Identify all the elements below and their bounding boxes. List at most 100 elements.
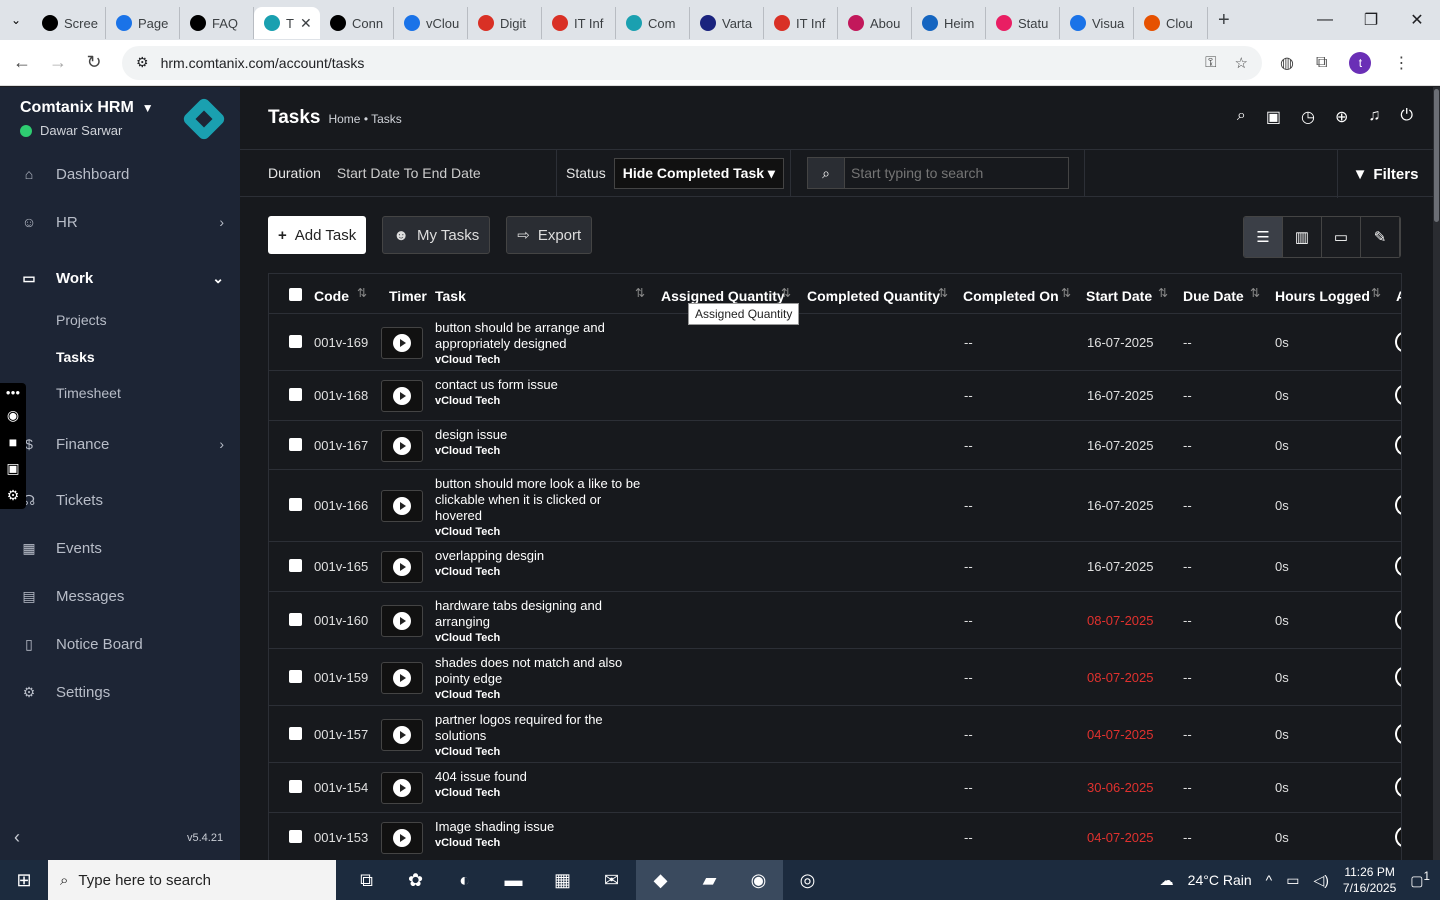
calendar-view-icon[interactable]: ▭ <box>1322 217 1361 257</box>
sidebar-item-settings[interactable]: ⚙ Settings <box>0 672 240 712</box>
filters-button[interactable]: ▼ Filters <box>1337 150 1433 198</box>
search-input[interactable] <box>845 157 1069 189</box>
power-icon[interactable]: ⏻ <box>1400 107 1413 127</box>
start-timer-button[interactable] <box>381 719 423 751</box>
row-checkbox[interactable] <box>289 498 302 511</box>
sticky-note-icon[interactable]: ▣ <box>1266 107 1281 127</box>
sort-icon[interactable]: ⇅ <box>1250 286 1260 300</box>
task-code[interactable]: 001v-157 <box>314 727 368 742</box>
scrollbar-thumb[interactable] <box>1434 89 1439 222</box>
sidebar-item-notice-board[interactable]: ▯ Notice Board <box>0 624 240 664</box>
export-button[interactable]: ⇨ Export <box>506 216 593 254</box>
task-title-link[interactable]: hardware tabs designing and arranging <box>435 598 602 629</box>
window-icon[interactable]: ▣ <box>6 460 19 477</box>
extensions-icon[interactable]: ⧉ <box>1316 54 1327 72</box>
sidebar-subitem-timesheet[interactable]: Timesheet <box>56 385 121 401</box>
sidebar-item-work[interactable]: ▭ Work ⌄ <box>0 258 240 298</box>
minimize-button[interactable]: — <box>1302 0 1348 40</box>
sort-icon[interactable]: ⇅ <box>1371 286 1381 300</box>
row-action-button[interactable] <box>1395 555 1401 577</box>
task-code[interactable]: 001v-154 <box>314 780 368 795</box>
sort-icon[interactable]: ⇅ <box>635 286 645 300</box>
page-scrollbar[interactable] <box>1433 87 1440 860</box>
browser-tab[interactable]: Varta <box>690 7 764 39</box>
row-checkbox[interactable] <box>289 438 302 451</box>
pin-icon[interactable]: ✎ <box>1361 217 1400 257</box>
browser-tab[interactable]: FAQ <box>180 7 254 39</box>
task-code[interactable]: 001v-160 <box>314 613 368 628</box>
task-code[interactable]: 001v-153 <box>314 830 368 845</box>
table-row[interactable]: 001v-160 hardware tabs designing and arra… <box>269 592 1401 649</box>
task-code[interactable]: 001v-169 <box>314 335 368 350</box>
close-tab-icon[interactable]: ✕ <box>300 15 312 32</box>
sidebar-item-tickets[interactable]: ☊ Tickets <box>0 480 240 520</box>
row-action-button[interactable] <box>1395 723 1401 745</box>
browser-tab[interactable]: Com <box>616 7 690 39</box>
task-code[interactable]: 001v-168 <box>314 388 368 403</box>
row-action-button[interactable] <box>1395 331 1401 353</box>
duration-value[interactable]: Start Date To End Date <box>337 165 481 181</box>
browser-tab[interactable]: Scree <box>32 7 106 39</box>
copilot-icon[interactable]: ✿ <box>391 860 440 900</box>
sidebar-subitem-projects[interactable]: Projects <box>56 312 107 328</box>
collapse-sidebar-icon[interactable]: ‹ <box>14 827 20 848</box>
column-due-date[interactable]: Due Date <box>1183 288 1244 304</box>
start-timer-button[interactable] <box>381 822 423 854</box>
forward-button[interactable]: → <box>40 52 76 73</box>
search-icon[interactable]: ⌕ <box>1237 107 1246 127</box>
table-row[interactable]: 001v-168 contact us form issue vCloud Tech… <box>269 371 1401 421</box>
task-title-link[interactable]: button should be arrange and appropriate… <box>435 320 605 351</box>
table-row[interactable]: 001v-169 button should be arrange and app… <box>269 314 1401 371</box>
sidebar-item-hr[interactable]: ☺ HR › <box>0 202 240 242</box>
task-title-link[interactable]: overlapping desgin <box>435 548 544 563</box>
task-code[interactable]: 001v-159 <box>314 670 368 685</box>
start-timer-button[interactable] <box>381 327 423 359</box>
row-checkbox[interactable] <box>289 388 302 401</box>
add-task-button[interactable]: + Add Task <box>268 216 367 254</box>
profile-avatar[interactable]: t <box>1349 51 1372 74</box>
row-action-button[interactable] <box>1395 826 1401 848</box>
video-icon[interactable]: ■ <box>9 434 17 450</box>
browser-tab[interactable]: Digit <box>468 7 542 39</box>
reload-button[interactable]: ↻ <box>76 52 112 73</box>
table-row[interactable]: 001v-166 button should more look a like t… <box>269 470 1401 542</box>
bookmark-star-icon[interactable]: ☆ <box>1235 54 1248 72</box>
sidebar-item-finance[interactable]: $ Finance › <box>0 424 240 464</box>
breadcrumb[interactable]: Home • Tasks <box>328 112 401 126</box>
sidebar-subitem-tasks[interactable]: Tasks <box>56 349 95 365</box>
back-button[interactable]: ← <box>4 52 40 73</box>
sort-icon[interactable]: ⇅ <box>938 286 948 300</box>
clock[interactable]: 11:26 PM 7/16/2025 <box>1343 864 1396 896</box>
sort-icon[interactable]: ⇅ <box>781 286 791 300</box>
task-code[interactable]: 001v-167 <box>314 438 368 453</box>
maximize-button[interactable]: ❐ <box>1348 0 1394 40</box>
browser-tab[interactable]: Heim <box>912 7 986 39</box>
task-code[interactable]: 001v-165 <box>314 559 368 574</box>
browser-tab[interactable]: vClou <box>394 7 468 39</box>
row-checkbox[interactable] <box>289 559 302 572</box>
site-info-icon[interactable]: ⚙ <box>136 54 149 71</box>
close-window-button[interactable]: ✕ <box>1394 0 1440 40</box>
start-timer-button[interactable] <box>381 662 423 694</box>
zoom-icon[interactable]: ◎ <box>783 860 832 900</box>
table-row[interactable]: 001v-167 design issue vCloud Tech -- 16-07-2… <box>269 421 1401 470</box>
sidebar-item-events[interactable]: ▦ Events <box>0 528 240 568</box>
row-action-button[interactable] <box>1395 666 1401 688</box>
task-title-link[interactable]: 404 issue found <box>435 769 527 784</box>
url-bar[interactable]: ⚙ hrm.comtanix.com/account/tasks ⚿ ☆ <box>122 45 1262 80</box>
row-checkbox[interactable] <box>289 613 302 626</box>
row-checkbox[interactable] <box>289 335 302 348</box>
sidebar-item-messages[interactable]: ▤ Messages <box>0 576 240 616</box>
table-row[interactable]: 001v-159 shades does not match and also p… <box>269 649 1401 706</box>
row-checkbox[interactable] <box>289 780 302 793</box>
browser-menu-icon[interactable]: ⋮ <box>1393 53 1409 73</box>
browser-tab[interactable]: IT Inf <box>764 7 838 39</box>
edge-browser-icon[interactable]: ◐ <box>440 860 489 900</box>
row-checkbox[interactable] <box>289 830 302 843</box>
sort-icon[interactable]: ⇅ <box>357 286 367 300</box>
start-timer-button[interactable] <box>381 551 423 583</box>
translate-icon[interactable]: ◍ <box>1280 53 1294 73</box>
table-row[interactable]: 001v-165 overlapping desgin vCloud Tech -- 1… <box>269 542 1401 592</box>
select-all-checkbox[interactable] <box>289 288 302 301</box>
chrome-icon[interactable]: ◉ <box>734 860 783 900</box>
